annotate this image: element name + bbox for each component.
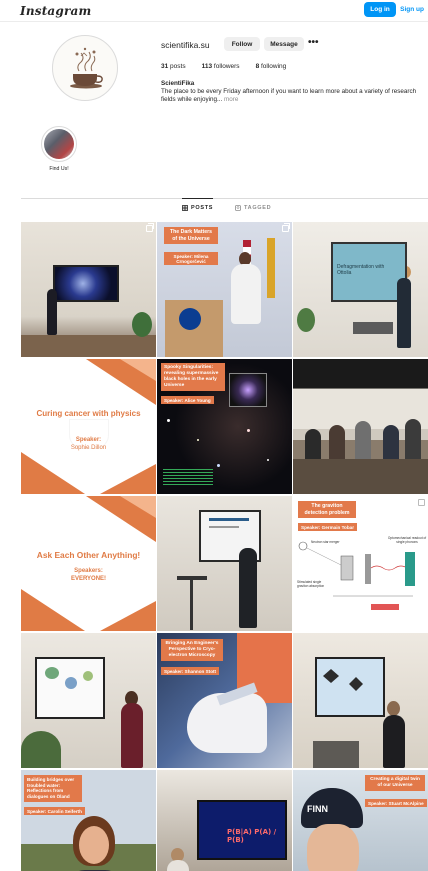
post-tile[interactable] [21,222,156,357]
post-tile[interactable] [293,359,428,494]
multi-photo-icon [146,223,154,232]
followers-count: 113 [201,63,213,70]
follow-button[interactable]: Follow [224,37,260,51]
post-title-box: The Dark Matters of the Universe [164,227,218,244]
post-tile[interactable]: Defragmentation with Ottolia [293,222,428,357]
post-speaker-label: Speaker: Milena Crnogorčević [164,252,218,265]
screen-formula: P(B|A) P(A) / P(B) [227,828,277,844]
coffee-cup-logo-icon [70,47,103,89]
bio-more-link[interactable]: more [224,96,238,103]
message-button[interactable]: Message [264,37,304,51]
post-speaker-label: Speaker: Alice Young [161,396,214,404]
post-tile[interactable]: Creating a digital twin of our Universe … [293,770,428,871]
nasa-logo-icon [179,308,201,330]
post-tile[interactable] [157,496,292,631]
post-title-box: Creating a digital twin of our Universe [365,775,425,791]
screen-text: Defragmentation with Ottolia [337,264,385,276]
post-tile[interactable]: Spooky Singularities: revealing supermas… [157,359,292,494]
post-title: Curing cancer with physics [36,409,141,418]
post-tile[interactable]: The graviton detection problem Speaker: … [293,496,428,631]
post-title-box: Bringing An Engineer's Perspective to Cr… [161,639,223,661]
post-speaker-prefix: Speakers: [74,568,103,574]
highlight-label: Find Us! [49,166,69,172]
highlight-cover [41,126,77,162]
bio-text: The place to be every Friday afternoon i… [161,87,417,103]
post-speaker-label: Speaker: Shannon Stott [161,667,220,675]
post-speaker-label: Speaker: Stuart McAlpine [365,799,427,807]
tab-tagged[interactable]: TAGGED [235,205,271,211]
post-tile[interactable]: P(B|A) P(A) / P(B) [157,770,292,871]
post-tile[interactable] [293,633,428,768]
tab-posts[interactable]: POSTS [182,198,214,211]
following-count: 8 [255,63,260,70]
post-tile[interactable]: The Dark Matters of the Universe Speaker… [157,222,292,357]
tab-tagged-label: TAGGED [244,205,272,211]
posts-stat: 31 posts [161,63,186,70]
post-speaker-prefix: Speaker: [75,437,102,443]
posts-stat-label: posts [170,63,186,70]
post-speaker-name: Sophie Dillon [70,445,107,451]
profile-stats: 31 posts 113 followers 8 following [161,63,286,70]
grid-icon [182,205,188,211]
tab-posts-label: POSTS [191,205,214,211]
post-title: Ask Each Other Anything! [36,550,141,560]
post-title-box: The graviton detection problem [298,501,356,518]
post-tile[interactable]: Bringing An Engineer's Perspective to Cr… [157,633,292,768]
followers-stat-label: followers [213,63,240,70]
post-title-box: Building bridges over troubled water: Re… [24,775,82,802]
posts-count: 31 [161,63,169,70]
post-speaker-name: EVERYONE! [70,576,107,582]
instagram-logo[interactable]: Instagram [20,4,91,18]
hat-text: FINN [307,804,328,814]
profile-username: scientifika.su [161,40,210,50]
login-button[interactable]: Log in [364,2,396,17]
posts-grid: The Dark Matters of the Universe Speaker… [21,222,428,871]
post-tile[interactable] [21,633,156,768]
post-tile[interactable]: Curing cancer with physics Speaker: Soph… [21,359,156,494]
multi-photo-icon [282,223,290,232]
post-speaker-label: Speaker: Carolin Seiferth [24,807,85,815]
multi-photo-icon [418,497,426,506]
profile-tabs: POSTS TAGGED [21,198,428,214]
profile-avatar[interactable] [52,35,118,101]
followers-stat[interactable]: 113 followers [202,63,240,70]
post-tile[interactable]: Building bridges over troubled water: Re… [21,770,156,871]
more-options-icon[interactable]: ••• [308,37,319,48]
post-speaker-label: Speaker: Germain Tobar [298,523,358,531]
profile-bio: ScientiFika The place to be every Friday… [161,80,423,104]
profile-display-name: ScientiFika [161,80,195,87]
following-stat-label: following [261,63,287,70]
story-highlight-find-us[interactable]: Find Us! [41,126,77,172]
top-navigation-bar: Instagram Log in Sign up [0,0,428,22]
tagged-icon [235,205,241,211]
post-title-box: Spooky Singularities: revealing supermas… [161,363,225,391]
signup-link[interactable]: Sign up [400,6,424,13]
following-stat[interactable]: 8 following [256,63,287,70]
post-tile[interactable]: Ask Each Other Anything! Speakers: EVERY… [21,496,156,631]
